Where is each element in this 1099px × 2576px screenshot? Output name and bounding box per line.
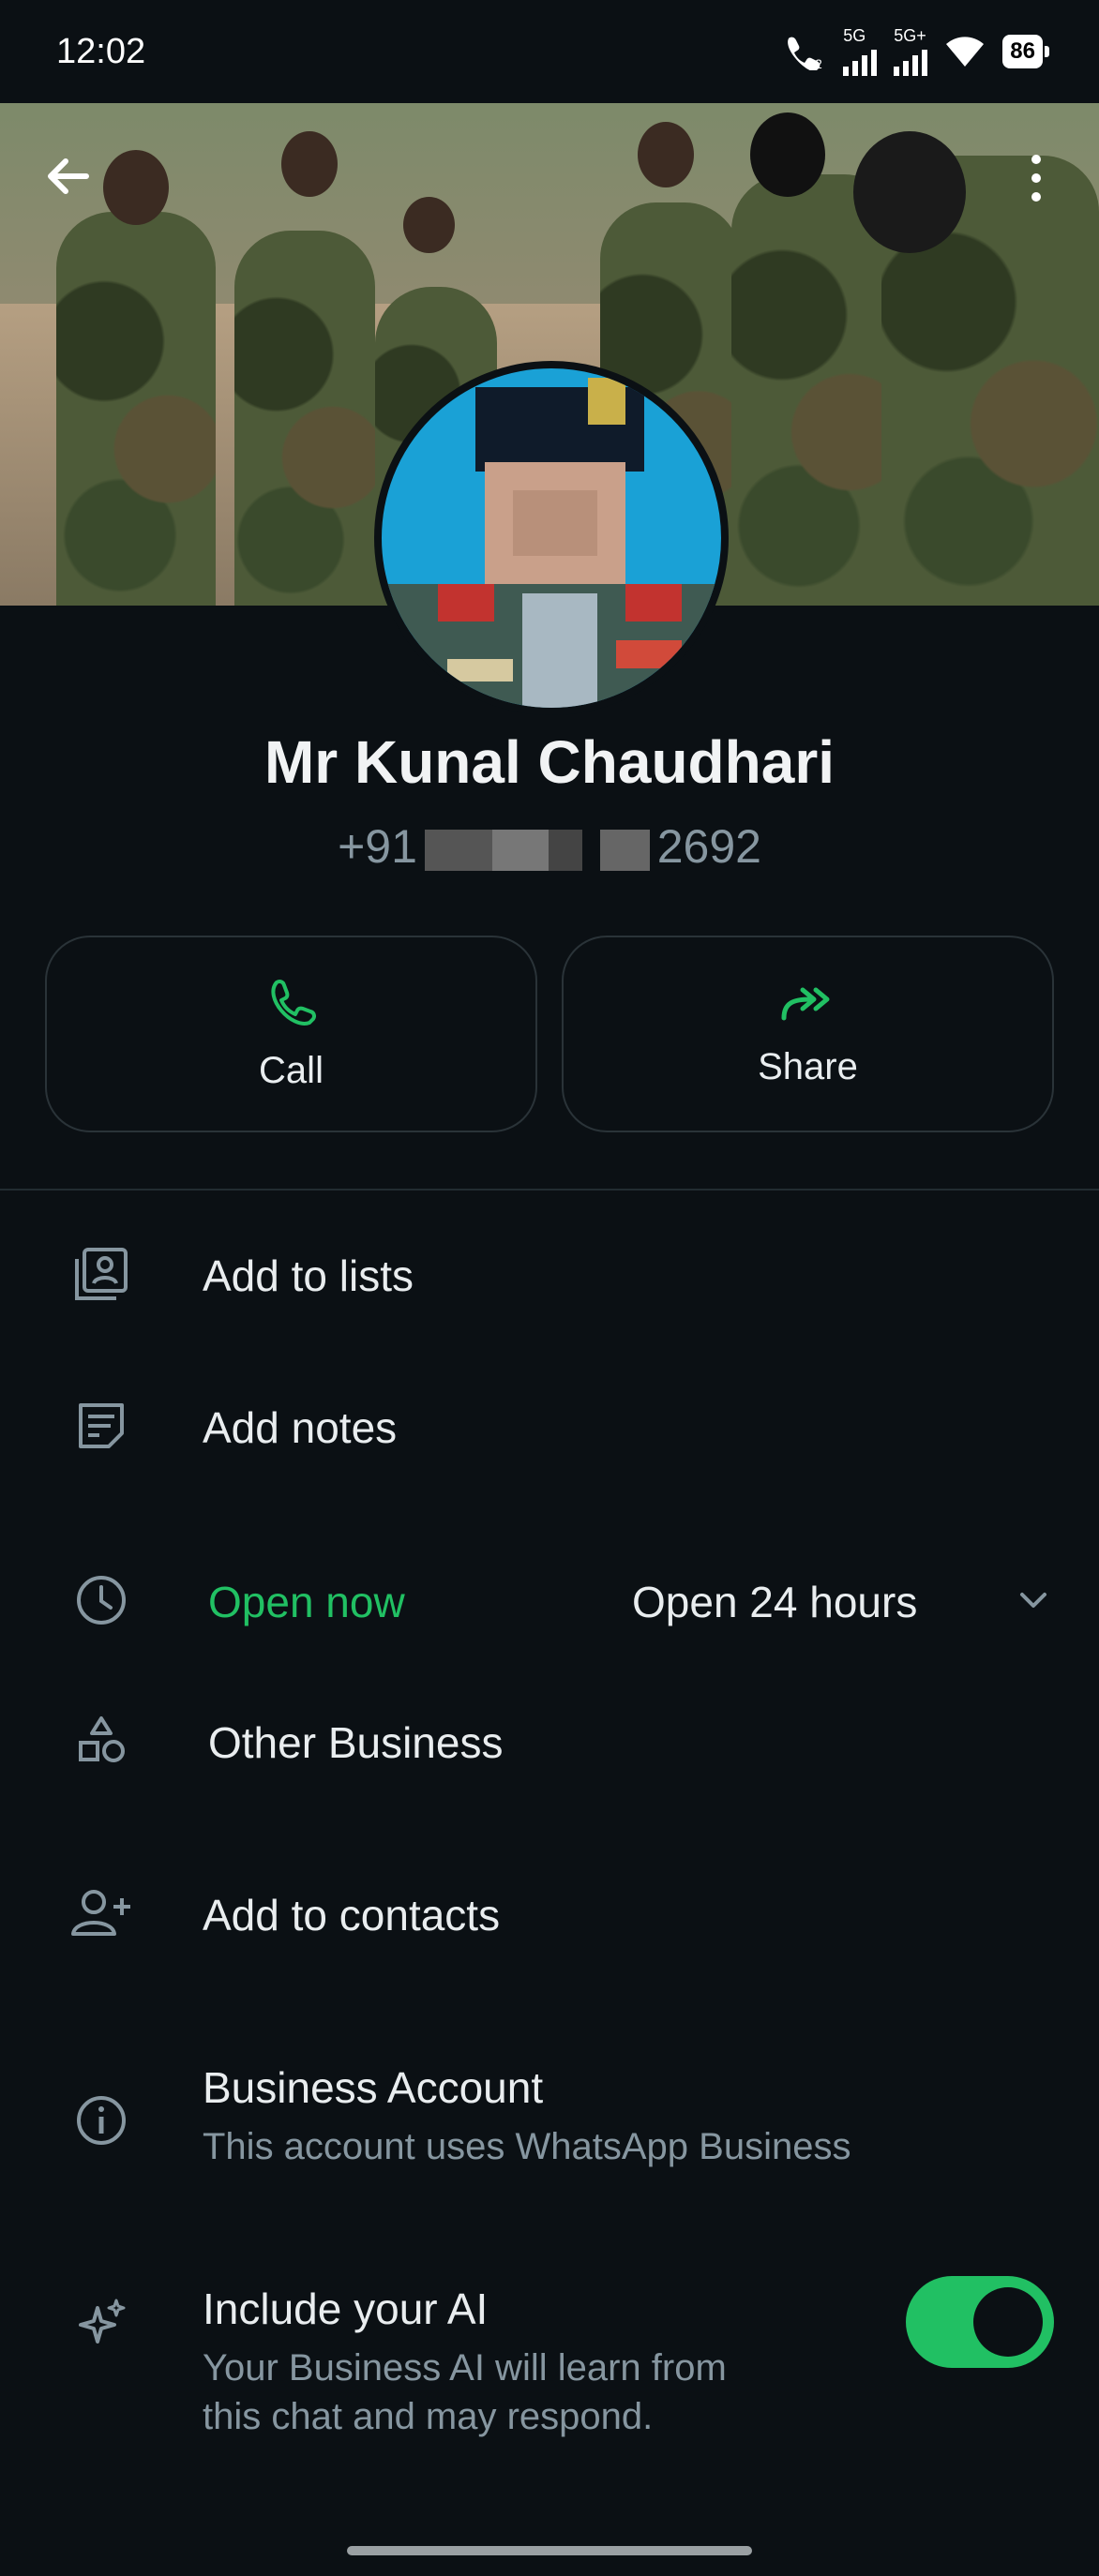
call-button[interactable]: Call [45,936,537,1132]
share-button[interactable]: Share [562,936,1054,1132]
more-vert-icon [1031,155,1041,202]
avatar-badge [588,378,625,425]
status-time: 12:02 [56,31,146,71]
include-ai-subtitle-line2: this chat and may respond. [203,2396,654,2437]
business-account-row[interactable]: Business Account This account uses Whats… [0,2059,1099,2180]
ai-sparkle-icon [68,2291,135,2359]
chevron-down-icon[interactable] [1000,1566,1067,1634]
add-to-contacts-label: Add to contacts [203,1891,501,1939]
status-bar: 12:02 2 5G 5G+ 86 [0,0,1099,103]
clock-icon [68,1566,135,1634]
add-to-lists-row[interactable]: Add to lists [0,1232,1099,1316]
network-type-1: 5G [843,26,866,45]
add-person-icon [68,1880,135,1947]
action-buttons: Call Share [45,936,1054,1132]
phone-redaction [424,829,650,871]
status-icons: 2 5G 5G+ 86 [783,26,1049,76]
business-hours-row[interactable]: Open now Open 24 hours [0,1558,1099,1642]
contact-name: Mr Kunal Chaudhari [263,728,836,796]
network-type-2: 5G+ [894,26,926,45]
cover-figure-head [103,150,169,225]
include-ai-title: Include your AI [203,2284,489,2333]
business-category-row: Other Business [0,1699,1099,1783]
shapes-icon [68,1707,135,1775]
contact-list-icon [68,1240,135,1308]
cover-figure-head [638,122,694,187]
wifi-icon [946,37,985,67]
wifi-call-icon: 2 [788,37,822,70]
add-notes-row[interactable]: Add notes [0,1384,1099,1468]
avatar-collar [625,584,682,622]
info-icon [68,2087,135,2154]
add-to-lists-label: Add to lists [203,1251,414,1300]
cover-figure-head [403,197,455,253]
add-to-contacts-row[interactable]: Add to contacts [0,1871,1099,1955]
cover-figure-head [750,112,825,197]
share-arrow-icon [781,987,829,1020]
back-arrow-icon [48,158,89,194]
signal-icon [843,44,878,76]
phone-suffix: 2692 [656,820,761,873]
phone-prefix: +91 [338,820,417,873]
business-category-label: Other Business [208,1718,504,1767]
battery-indicator: 86 [1002,35,1049,68]
cover-figure-head [853,131,966,253]
cover-figure-head [281,131,338,197]
back-button[interactable] [41,150,94,211]
cover-figure [234,231,375,606]
include-ai-toggle[interactable] [906,2276,1054,2368]
avatar-nametag [447,659,513,681]
add-notes-label: Add notes [203,1403,398,1452]
cover-figure [56,212,216,606]
call-label: Call [259,1049,324,1091]
more-options-button[interactable] [1022,152,1050,213]
phone-icon [270,979,316,1026]
avatar-medals [616,640,682,668]
notes-icon [68,1392,135,1460]
toggle-knob [973,2287,1043,2357]
avatar-collar [438,584,494,622]
avatar-shirt [522,593,597,708]
share-label: Share [758,1045,858,1087]
include-ai-subtitle-line1: Your Business AI will learn from [203,2347,727,2389]
section-divider [0,1189,1099,1191]
open-status-label: Open now [208,1578,405,1626]
open-hours-label: Open 24 hours [632,1578,918,1626]
signal-icon-2 [894,44,928,76]
home-indicator[interactable] [347,2546,752,2555]
contact-phone: +91 2692 [0,819,1099,874]
svg-text:2: 2 [815,56,822,70]
profile-avatar[interactable] [374,361,729,715]
business-account-title: Business Account [203,2063,544,2112]
business-account-subtitle: This account uses WhatsApp Business [203,2126,851,2167]
avatar-face-shade [513,490,597,556]
